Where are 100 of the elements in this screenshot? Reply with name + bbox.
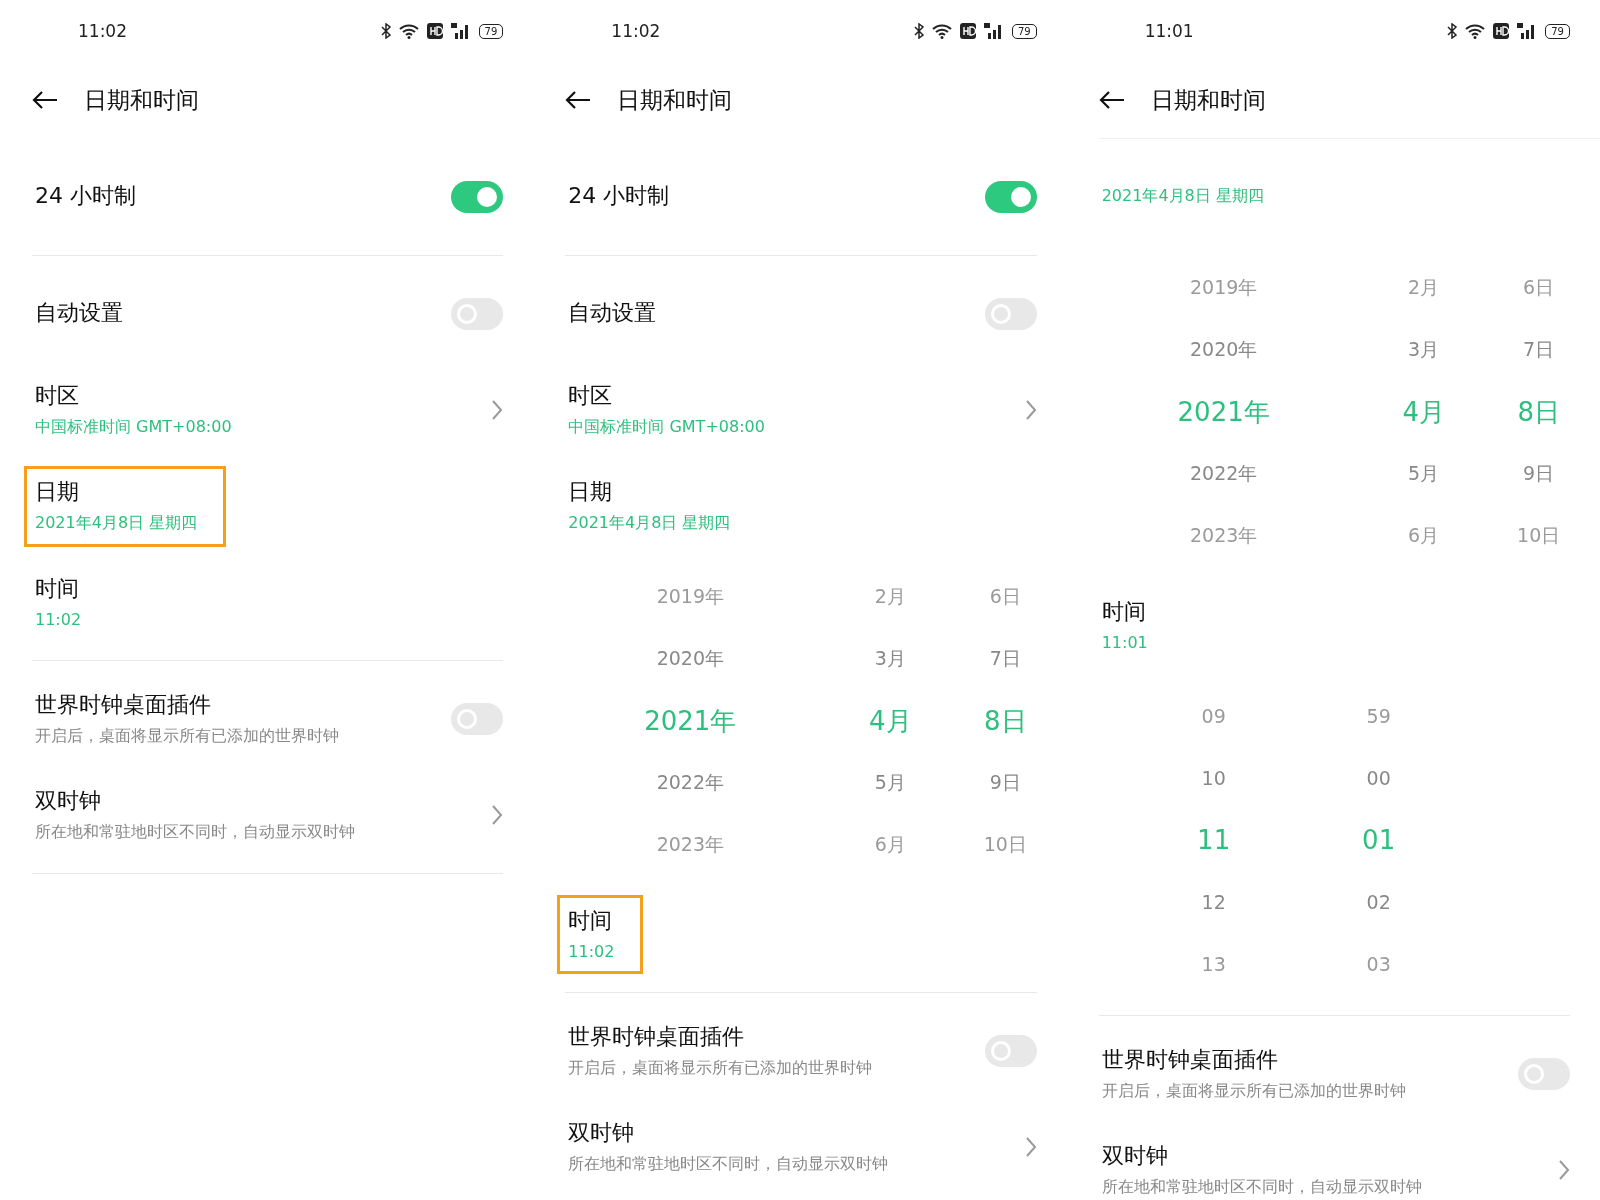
- setting-label: 世界时钟桌面插件: [1101, 1045, 1279, 1074]
- status-time: 11:02: [78, 21, 127, 41]
- setting-description: 所在地和常驻地时区不同时，自动显示双时钟: [568, 1153, 889, 1175]
- picker-option[interactable]: 00: [1366, 747, 1391, 809]
- setting-label: 时间: [568, 906, 614, 935]
- picker-option[interactable]: 6日: [1523, 257, 1555, 319]
- wifi-icon: [931, 23, 952, 39]
- picker-option[interactable]: 2020年: [1189, 319, 1258, 381]
- setting-description: 所在地和常驻地时区不同时，自动显示双时钟: [35, 821, 355, 843]
- chevron-right-icon: [1558, 1159, 1570, 1181]
- toggle-switch[interactable]: [984, 181, 1037, 213]
- setting-value: 11:02: [568, 941, 615, 961]
- picker-option[interactable]: 2020年: [656, 628, 724, 690]
- status-time: 11:02: [611, 21, 661, 41]
- picker-option[interactable]: 2月: [874, 566, 906, 628]
- picker-option[interactable]: 4月: [869, 690, 912, 752]
- wifi-icon: [398, 23, 419, 39]
- picker-option[interactable]: 2022年: [656, 752, 724, 814]
- picker-option[interactable]: 6月: [1408, 505, 1440, 567]
- chevron-right-icon: [491, 399, 504, 421]
- setting-label: 世界时钟桌面插件: [35, 690, 212, 719]
- picker-option[interactable]: 4月: [1402, 381, 1445, 443]
- setting-value: 中国标准时间 GMT+08:00: [568, 416, 765, 438]
- picker-option[interactable]: 9日: [989, 752, 1021, 814]
- battery-level: 79: [478, 23, 504, 39]
- signal-icon: [450, 23, 471, 39]
- setting-label: 24 小时制: [35, 182, 136, 210]
- picker-option[interactable]: 9日: [1523, 443, 1555, 505]
- setting-label: 时间: [35, 574, 80, 603]
- picker-option[interactable]: 59: [1366, 685, 1391, 747]
- picker-option[interactable]: 2019年: [1189, 257, 1258, 319]
- back-arrow-icon[interactable]: [32, 90, 58, 110]
- bluetooth-icon: [913, 23, 924, 39]
- setting-description: 开启后，桌面将显示所有已添加的世界时钟: [568, 1057, 873, 1079]
- picker-option[interactable]: 2019年: [656, 566, 724, 628]
- setting-label: 自动设置: [568, 299, 657, 327]
- wifi-icon: [1465, 23, 1486, 39]
- picker-option[interactable]: 13: [1201, 933, 1226, 995]
- status-time: 11:01: [1144, 21, 1194, 41]
- page-title: 日期和时间: [617, 85, 733, 115]
- setting-value: 11:01: [1101, 632, 1148, 652]
- picker-option[interactable]: 2021年: [1177, 381, 1270, 443]
- battery-level: 79: [1545, 23, 1570, 39]
- hd-icon: [959, 23, 976, 39]
- picker-option[interactable]: 8日: [1517, 381, 1560, 443]
- setting-value: 中国标准时间 GMT+08:00: [35, 416, 232, 438]
- picker-option[interactable]: 8日: [984, 690, 1027, 752]
- setting-label: 日期: [35, 477, 80, 506]
- picker-option[interactable]: 10日: [1517, 505, 1561, 567]
- setting-value: 2021年4月8日 星期四: [35, 512, 198, 534]
- picker-option[interactable]: 2021年: [644, 690, 737, 752]
- setting-label: 双时钟: [568, 1118, 636, 1147]
- picker-option[interactable]: 5月: [874, 752, 906, 814]
- setting-label: 自动设置: [35, 299, 123, 327]
- picker-option[interactable]: 10: [1201, 747, 1226, 809]
- picker-option[interactable]: 01: [1362, 809, 1396, 871]
- picker-option[interactable]: 3月: [874, 628, 906, 690]
- picker-option[interactable]: 5月: [1408, 443, 1440, 505]
- bluetooth-icon: [1447, 23, 1458, 39]
- setting-label: 双时钟: [35, 786, 102, 815]
- setting-label: 世界时钟桌面插件: [568, 1022, 746, 1051]
- signal-icon: [983, 23, 1004, 39]
- picker-option[interactable]: 09: [1201, 685, 1226, 747]
- back-arrow-icon[interactable]: [1098, 90, 1125, 110]
- bluetooth-icon: [380, 23, 391, 39]
- picker-option[interactable]: 7日: [1523, 319, 1555, 381]
- page-title: 日期和时间: [84, 85, 199, 115]
- back-arrow-icon[interactable]: [565, 90, 592, 110]
- hd-icon: [1493, 23, 1510, 39]
- setting-value: 2021年4月8日 星期四: [1101, 185, 1264, 207]
- picker-option[interactable]: 11: [1197, 809, 1231, 871]
- setting-value: 11:02: [35, 609, 82, 629]
- setting-label: 日期: [568, 477, 614, 506]
- picker-option[interactable]: 2022年: [1189, 443, 1258, 505]
- picker-option[interactable]: 2月: [1408, 257, 1440, 319]
- toggle-switch[interactable]: [451, 181, 504, 213]
- picker-option[interactable]: 2023年: [656, 814, 724, 876]
- setting-description: 开启后，桌面将显示所有已添加的世界时钟: [35, 725, 339, 747]
- picker-option[interactable]: 2023年: [1189, 505, 1258, 567]
- chevron-right-icon: [1024, 399, 1037, 421]
- picker-option[interactable]: 6日: [989, 566, 1021, 628]
- picker-option[interactable]: 6月: [874, 814, 906, 876]
- battery-level: 79: [1011, 23, 1037, 39]
- setting-label: 时间: [1101, 597, 1147, 626]
- picker-option[interactable]: 03: [1366, 933, 1391, 995]
- setting-description: 所在地和常驻地时区不同时，自动显示双时钟: [1101, 1176, 1422, 1198]
- setting-description: 开启后，桌面将显示所有已添加的世界时钟: [1101, 1080, 1406, 1102]
- picker-option[interactable]: 3月: [1408, 319, 1440, 381]
- picker-option[interactable]: 7日: [989, 628, 1021, 690]
- hd-icon: [426, 23, 443, 39]
- picker-option[interactable]: 02: [1366, 871, 1391, 933]
- picker-option[interactable]: 12: [1201, 871, 1226, 933]
- setting-label: 双时钟: [1101, 1141, 1169, 1170]
- setting-label: 时区: [568, 381, 614, 410]
- setting-value: 2021年4月8日 星期四: [568, 512, 731, 534]
- page-title: 日期和时间: [1150, 85, 1266, 115]
- setting-label: 时区: [35, 381, 80, 410]
- picker-option[interactable]: 10日: [983, 814, 1027, 876]
- chevron-right-icon: [1024, 1136, 1037, 1158]
- chevron-right-icon: [491, 804, 504, 826]
